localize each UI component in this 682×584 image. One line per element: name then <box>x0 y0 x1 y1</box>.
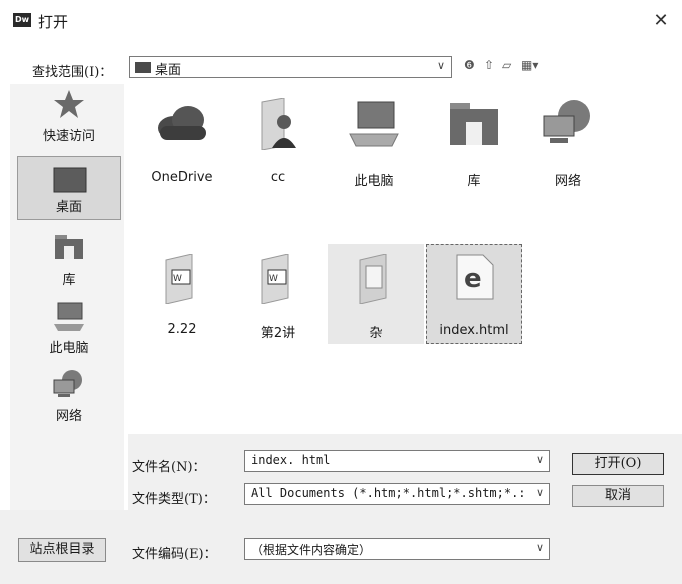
file-item-label: 第2讲 <box>260 326 296 341</box>
file-item-misc[interactable]: 杂 <box>328 244 424 344</box>
sidebar-item-network[interactable]: 网络 <box>17 364 121 428</box>
sidebar-item-quick-access[interactable]: 快速访问 <box>17 84 121 148</box>
chevron-down-icon: ∨ <box>535 541 544 554</box>
desktop-icon <box>135 62 151 73</box>
site-root-button[interactable]: 站点根目录 <box>18 538 106 562</box>
file-item-2-22[interactable]: W 2.22 <box>134 244 230 344</box>
encoding-value: （根据文件内容确定） <box>251 543 372 557</box>
network-icon <box>53 370 82 397</box>
file-item-label: 此电脑 <box>354 174 394 189</box>
look-in-label: 查找范围(I)： <box>32 65 113 80</box>
close-icon: ✕ <box>653 10 669 31</box>
file-item-label: 库 <box>467 174 481 189</box>
new-folder-icon[interactable]: ▱ <box>502 58 511 72</box>
file-item-this-pc[interactable]: 此电脑 <box>326 92 422 192</box>
sidebar-item-label: 网络 <box>55 409 82 424</box>
chevron-down-icon: ∨ <box>535 486 544 499</box>
file-item-label: 杂 <box>369 326 383 341</box>
view-menu-icon[interactable]: ▦▾ <box>521 58 538 72</box>
window-title: 打开 <box>38 13 69 31</box>
word-folder-icon: W <box>261 254 289 304</box>
library-folder-icon <box>450 103 498 145</box>
file-item-onedrive[interactable]: OneDrive <box>134 92 230 192</box>
file-item-library[interactable]: 库 <box>426 92 522 192</box>
cancel-button[interactable]: 取消 <box>572 485 664 507</box>
word-folder-icon: W <box>165 254 193 304</box>
cloud-icon <box>158 106 206 140</box>
title-bar: Dw 打开 ✕ <box>0 0 682 46</box>
sidebar-item-this-pc[interactable]: 此电脑 <box>17 296 121 360</box>
folder-icon <box>359 254 387 304</box>
look-in-dropdown[interactable]: 桌面 ∨ <box>129 56 452 78</box>
library-icon <box>55 235 83 259</box>
encoding-label: 文件编码(E)： <box>132 547 217 562</box>
file-item-cc[interactable]: cc <box>230 92 326 192</box>
file-item-index-html[interactable]: e index.html <box>426 244 522 344</box>
file-list: OneDrive cc 此电脑 库 网络 W 2.22 W 第2讲 杂 e in… <box>128 84 682 434</box>
look-in-value: 桌面 <box>155 63 182 78</box>
close-button[interactable]: ✕ <box>648 8 674 34</box>
edge-icon: e <box>456 254 494 300</box>
svg-text:W: W <box>173 274 182 284</box>
filetype-label: 文件类型(T)： <box>132 492 216 507</box>
encoding-select[interactable]: （根据文件内容确定） ∨ <box>244 538 550 560</box>
file-item-network[interactable]: 网络 <box>520 92 616 192</box>
svg-text:W: W <box>269 274 278 284</box>
desktop-icon <box>53 167 87 193</box>
network-icon <box>543 100 590 143</box>
user-folder-icon <box>261 98 296 150</box>
places-sidebar: 快速访问 桌面 库 此电脑 网络 <box>10 84 124 510</box>
filename-label: 文件名(N)： <box>132 460 206 475</box>
filetype-value: All Documents (*.htm;*.html;*.shtm;*.: <box>251 486 526 500</box>
filename-input[interactable]: index. html ∨ <box>244 450 550 472</box>
back-icon[interactable]: ❻ <box>464 58 475 72</box>
file-item-label: 网络 <box>554 174 581 189</box>
svg-text:e: e <box>464 264 482 294</box>
star-icon <box>54 90 84 118</box>
sidebar-item-label: 此电脑 <box>49 341 89 356</box>
computer-icon <box>349 101 399 147</box>
file-item-label: 2.22 <box>167 322 197 337</box>
file-item-label: OneDrive <box>151 170 213 185</box>
app-logo: Dw <box>13 13 31 27</box>
chevron-down-icon[interactable]: ∨ <box>536 453 544 466</box>
up-folder-icon[interactable]: ⇧ <box>484 58 494 72</box>
open-button[interactable]: 打开(O) <box>572 453 664 475</box>
chevron-down-icon: ∨ <box>436 59 445 72</box>
sidebar-item-label: 桌面 <box>55 200 82 215</box>
sidebar-item-label: 库 <box>62 273 76 288</box>
filetype-select[interactable]: All Documents (*.htm;*.html;*.shtm;*.: ∨ <box>244 483 550 505</box>
sidebar-item-desktop[interactable]: 桌面 <box>17 156 121 220</box>
sidebar-item-library[interactable]: 库 <box>17 228 121 292</box>
file-item-label: index.html <box>439 323 509 338</box>
computer-icon <box>54 302 84 331</box>
file-item-lecture-2[interactable]: W 第2讲 <box>230 244 326 344</box>
sidebar-item-label: 快速访问 <box>42 129 95 144</box>
file-item-label: cc <box>270 170 286 185</box>
filename-value: index. html <box>251 453 331 467</box>
